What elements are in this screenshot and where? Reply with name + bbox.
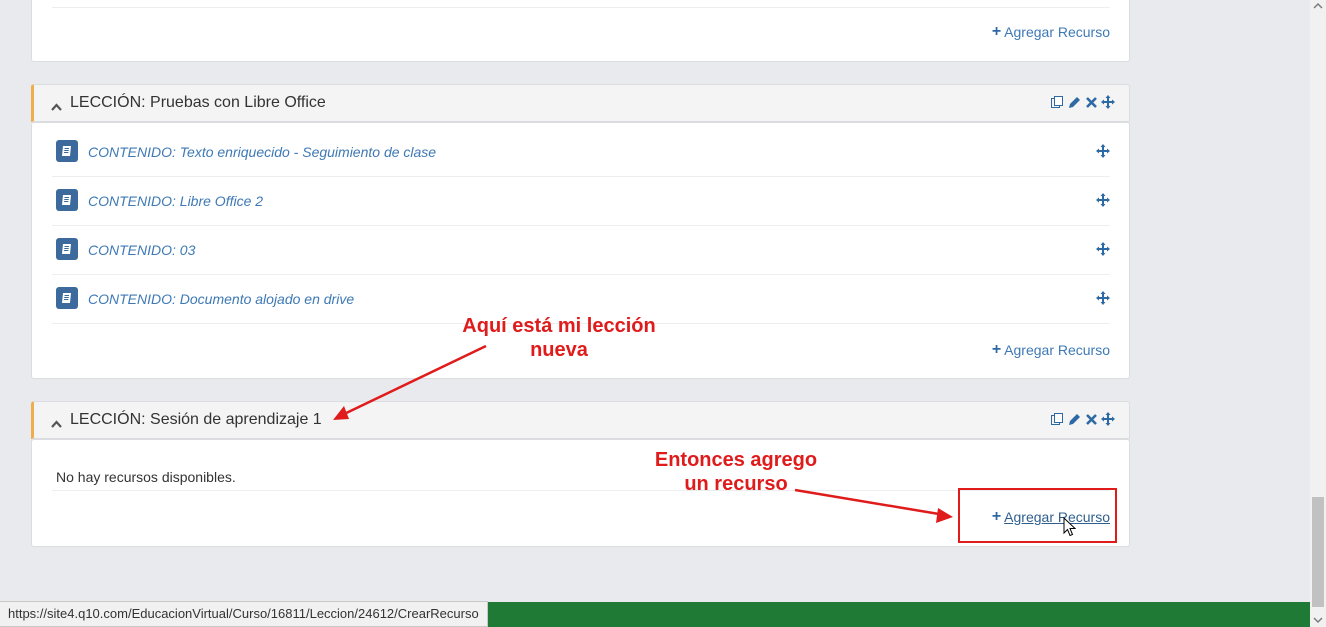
scrollbar-thumb[interactable]	[1312, 497, 1324, 607]
status-url: https://site4.q10.com/EducacionVirtual/C…	[0, 601, 488, 627]
highlight-box	[958, 488, 1117, 543]
footer-bar	[480, 602, 1310, 627]
scroll-down-icon[interactable]	[1313, 617, 1323, 623]
annotation-arrows	[333, 344, 953, 523]
scroll-up-icon[interactable]	[1313, 3, 1323, 9]
